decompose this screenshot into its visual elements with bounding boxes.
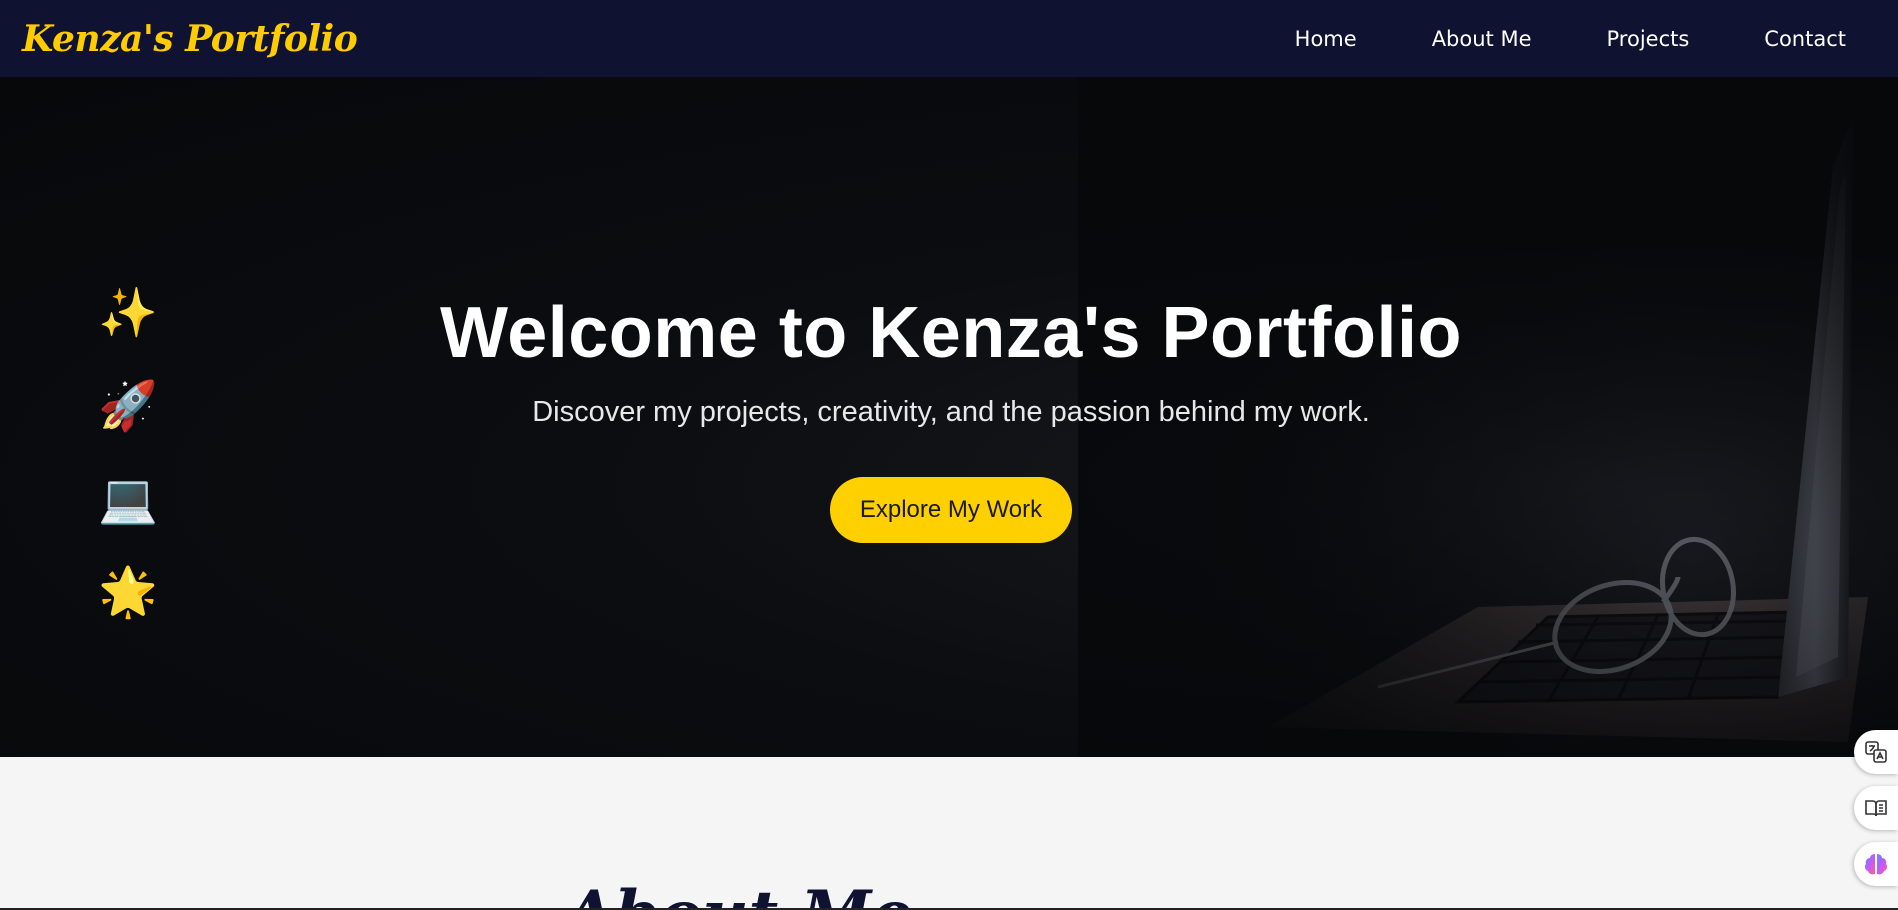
hero-subtitle: Discover my projects, creativity, and th… xyxy=(532,396,1370,428)
brand-logo[interactable]: Kenza's Portfolio xyxy=(22,18,358,60)
navbar: Kenza's Portfolio Home About Me Projects… xyxy=(0,0,1898,77)
translate-icon[interactable] xyxy=(1854,730,1898,774)
about-heading: About Me xyxy=(565,877,912,910)
brain-icon[interactable] xyxy=(1854,842,1898,886)
hero-title: Welcome to Kenza's Portfolio xyxy=(440,293,1462,373)
nav-projects[interactable]: Projects xyxy=(1607,27,1690,51)
nav-links: Home About Me Projects Contact xyxy=(1220,27,1846,51)
hero-section: ✨ 🚀 💻 🌟 Welcome to Kenza's Portfolio Dis… xyxy=(0,77,1898,757)
book-icon[interactable] xyxy=(1854,786,1898,830)
nav-about-me[interactable]: About Me xyxy=(1432,27,1532,51)
hero-content: Welcome to Kenza's Portfolio Discover my… xyxy=(0,292,1898,543)
floating-toolbar xyxy=(1854,730,1898,886)
explore-my-work-button[interactable]: Explore My Work xyxy=(829,477,1073,543)
about-section: About Me xyxy=(0,757,1898,910)
nav-home[interactable]: Home xyxy=(1295,27,1357,51)
star-icon: 🌟 xyxy=(98,566,158,619)
nav-contact[interactable]: Contact xyxy=(1764,27,1846,51)
